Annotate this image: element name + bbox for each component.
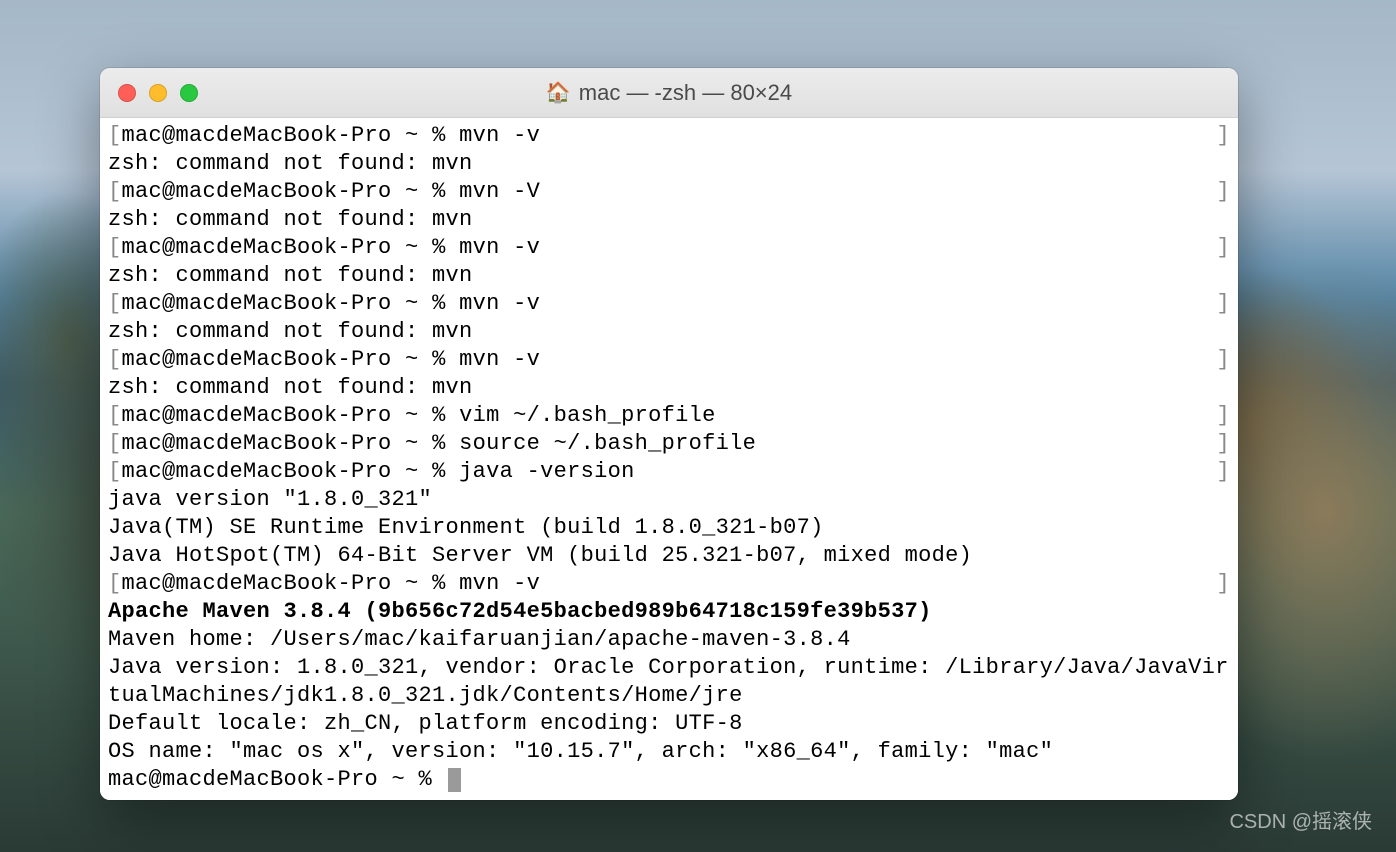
terminal-text: mac@macdeMacBook-Pro ~ % — [108, 767, 446, 792]
terminal-content[interactable]: mac@macdeMacBook-Pro ~ % mvn -vzsh: comm… — [100, 118, 1238, 800]
terminal-line: mac@macdeMacBook-Pro ~ % mvn -v — [108, 346, 1230, 374]
terminal-line: mac@macdeMacBook-Pro ~ % mvn -v — [108, 234, 1230, 262]
close-button[interactable] — [118, 84, 136, 102]
terminal-line: zsh: command not found: mvn — [108, 150, 1230, 178]
terminal-text: mac@macdeMacBook-Pro ~ % vim ~/.bash_pro… — [122, 402, 716, 430]
terminal-line: mac@macdeMacBook-Pro ~ % mvn -v — [108, 122, 1230, 150]
terminal-line: mac@macdeMacBook-Pro ~ % — [108, 766, 1230, 794]
window-titlebar[interactable]: 🏠 mac — -zsh — 80×24 — [100, 68, 1238, 118]
terminal-text: Java(TM) SE Runtime Environment (build 1… — [108, 515, 824, 540]
watermark: CSDN @摇滚侠 — [1229, 805, 1372, 834]
terminal-line: mac@macdeMacBook-Pro ~ % mvn -V — [108, 178, 1230, 206]
terminal-text: mac@macdeMacBook-Pro ~ % mvn -v — [122, 290, 541, 318]
terminal-text: Apache Maven 3.8.4 (9b656c72d54e5bacbed9… — [108, 599, 932, 624]
terminal-text: mac@macdeMacBook-Pro ~ % source ~/.bash_… — [122, 430, 757, 458]
terminal-text: zsh: command not found: mvn — [108, 375, 473, 400]
home-icon: 🏠 — [546, 80, 571, 105]
terminal-text: zsh: command not found: mvn — [108, 319, 473, 344]
terminal-line: zsh: command not found: mvn — [108, 262, 1230, 290]
terminal-text: zsh: command not found: mvn — [108, 263, 473, 288]
terminal-line: zsh: command not found: mvn — [108, 374, 1230, 402]
cursor — [448, 768, 461, 792]
terminal-text: Java version: 1.8.0_321, vendor: Oracle … — [108, 655, 1229, 708]
terminal-line: Default locale: zh_CN, platform encoding… — [108, 710, 1230, 738]
terminal-line: mac@macdeMacBook-Pro ~ % mvn -v — [108, 570, 1230, 598]
traffic-lights — [118, 84, 198, 102]
terminal-text: Maven home: /Users/mac/kaifaruanjian/apa… — [108, 627, 851, 652]
terminal-text: zsh: command not found: mvn — [108, 151, 473, 176]
terminal-line: OS name: "mac os x", version: "10.15.7",… — [108, 738, 1230, 766]
terminal-line: mac@macdeMacBook-Pro ~ % java -version — [108, 458, 1230, 486]
terminal-text: mac@macdeMacBook-Pro ~ % mvn -V — [122, 178, 541, 206]
maximize-button[interactable] — [180, 84, 198, 102]
terminal-text: mac@macdeMacBook-Pro ~ % mvn -v — [122, 122, 541, 150]
window-title-text: mac — -zsh — 80×24 — [579, 80, 792, 106]
terminal-text: OS name: "mac os x", version: "10.15.7",… — [108, 739, 1053, 764]
terminal-text: mac@macdeMacBook-Pro ~ % mvn -v — [122, 570, 541, 598]
terminal-line: zsh: command not found: mvn — [108, 206, 1230, 234]
terminal-text: mac@macdeMacBook-Pro ~ % java -version — [122, 458, 635, 486]
window-title: 🏠 mac — -zsh — 80×24 — [546, 80, 792, 106]
terminal-line: Java(TM) SE Runtime Environment (build 1… — [108, 514, 1230, 542]
terminal-line: mac@macdeMacBook-Pro ~ % source ~/.bash_… — [108, 430, 1230, 458]
terminal-line: java version "1.8.0_321" — [108, 486, 1230, 514]
terminal-line: Apache Maven 3.8.4 (9b656c72d54e5bacbed9… — [108, 598, 1230, 626]
terminal-text: Default locale: zh_CN, platform encoding… — [108, 711, 743, 736]
terminal-line: Java HotSpot(TM) 64-Bit Server VM (build… — [108, 542, 1230, 570]
minimize-button[interactable] — [149, 84, 167, 102]
terminal-text: mac@macdeMacBook-Pro ~ % mvn -v — [122, 234, 541, 262]
terminal-line: mac@macdeMacBook-Pro ~ % mvn -v — [108, 290, 1230, 318]
terminal-text: mac@macdeMacBook-Pro ~ % mvn -v — [122, 346, 541, 374]
terminal-line: mac@macdeMacBook-Pro ~ % vim ~/.bash_pro… — [108, 402, 1230, 430]
terminal-text: zsh: command not found: mvn — [108, 207, 473, 232]
terminal-line: Maven home: /Users/mac/kaifaruanjian/apa… — [108, 626, 1230, 654]
terminal-line: zsh: command not found: mvn — [108, 318, 1230, 346]
terminal-line: Java version: 1.8.0_321, vendor: Oracle … — [108, 654, 1230, 710]
terminal-text: Java HotSpot(TM) 64-Bit Server VM (build… — [108, 543, 972, 568]
terminal-text: java version "1.8.0_321" — [108, 487, 432, 512]
terminal-window: 🏠 mac — -zsh — 80×24 mac@macdeMacBook-Pr… — [100, 68, 1238, 800]
